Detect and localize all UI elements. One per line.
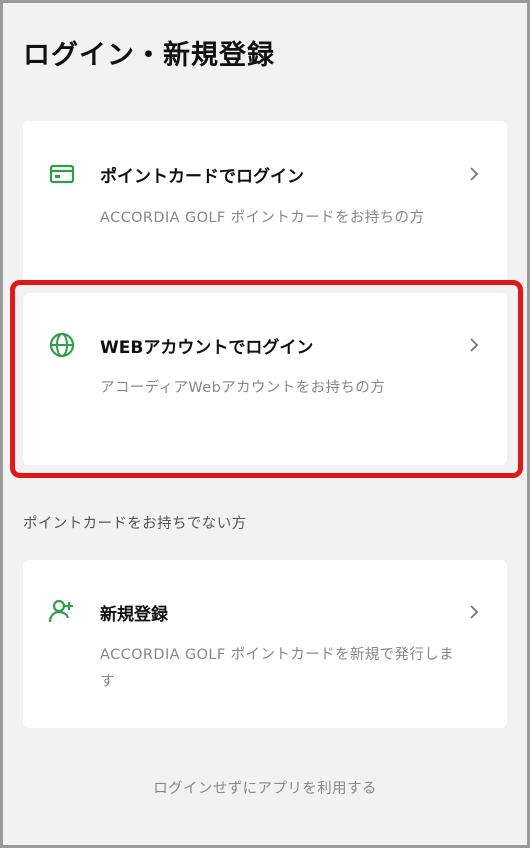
page-title: ログイン・新規登録 [23, 40, 275, 71]
chevron-right-icon [467, 165, 481, 183]
new-registration-description: ACCORDIA GOLF ポイントカードを新規で発行します [100, 647, 455, 690]
point-card-login-title: ポイントカードでログイン [100, 167, 304, 187]
point-card-login-button[interactable]: ポイントカードでログイン ACCORDIA GOLF ポイントカードをお持ちの方 [23, 121, 507, 283]
screen: ログイン・新規登録 ポイントカードでログイン ACCORDIA GOLF ポイン… [3, 3, 527, 845]
new-registration-title: 新規登録 [100, 605, 168, 625]
point-card-login-description: ACCORDIA GOLF ポイントカードをお持ちの方 [100, 210, 425, 226]
skip-login-link[interactable]: ログインせずにアプリを利用する [3, 777, 527, 798]
add-user-icon [47, 596, 77, 626]
highlight-frame [10, 280, 523, 478]
chevron-right-icon [467, 603, 481, 621]
section-label: ポイントカードをお持ちでない方 [23, 516, 247, 532]
card-icon [47, 159, 77, 189]
new-registration-button[interactable]: 新規登録 ACCORDIA GOLF ポイントカードを新規で発行します [23, 560, 507, 728]
